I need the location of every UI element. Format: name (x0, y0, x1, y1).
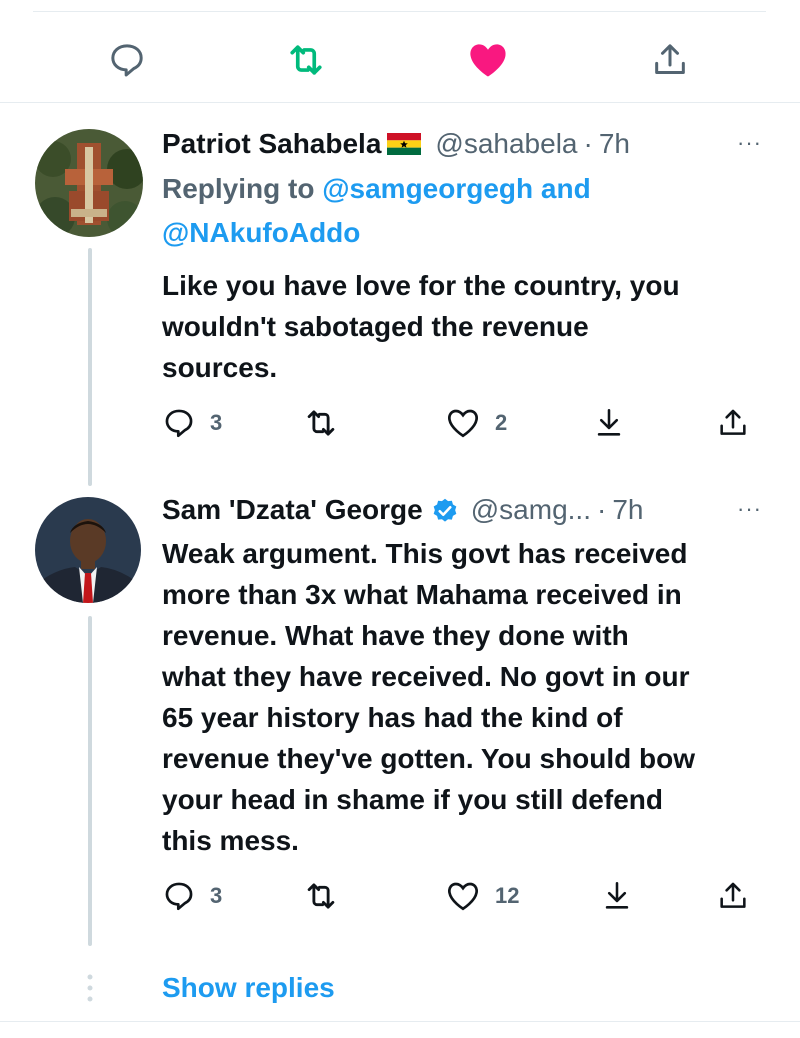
tweet-text-line: revenue they've gotten. You should bow (162, 743, 696, 774)
tweet-metrics: 3 2 (0, 398, 800, 448)
divider (0, 1021, 800, 1022)
retweet-icon (307, 410, 335, 436)
reply-button[interactable] (97, 30, 157, 90)
tweet-text: Weak argument. This govt has received mo… (162, 533, 695, 861)
retweet-button[interactable] (302, 871, 340, 921)
reply-count: 3 (210, 883, 223, 908)
tweet-header: Sam 'Dzata' George @samg... · 7h (162, 490, 643, 530)
retweet-icon (307, 883, 335, 909)
reply-button[interactable]: 3 (162, 398, 222, 448)
vertical-dots-icon (85, 973, 95, 1003)
verified-badge-icon (431, 496, 459, 524)
download-icon (605, 881, 629, 909)
like-button[interactable] (458, 30, 518, 90)
download-button[interactable] (600, 871, 634, 921)
handle[interactable]: @samg... (471, 490, 591, 530)
mention-nakufoaddo[interactable]: @NAkufoAddo (162, 217, 360, 248)
more-options-button[interactable]: ··· (737, 130, 762, 156)
download-button[interactable] (592, 398, 626, 448)
share-icon (655, 44, 685, 74)
heart-outline-icon (448, 409, 478, 438)
display-name[interactable]: Patriot Sahabela (162, 124, 381, 164)
download-icon (597, 408, 621, 436)
top-divider (33, 11, 766, 12)
more-options-button[interactable]: ··· (737, 496, 762, 522)
main-tweet-action-bar (0, 30, 800, 90)
replying-to: Replying to @samgeorgegh and @NAkufoAddo (162, 167, 762, 255)
share-icon (720, 409, 746, 435)
share-icon (720, 882, 746, 908)
tweet-text-line: what they have received. No govt in our (162, 661, 690, 692)
tweet-text: Like you have love for the country, you … (162, 265, 680, 388)
tweet-text-line: sources. (162, 352, 278, 383)
ghana-flag-icon (387, 133, 422, 155)
like-button[interactable]: 2 (445, 398, 507, 448)
timestamp[interactable]: 7h (612, 490, 643, 530)
retweet-icon (290, 45, 322, 75)
speech-bubble-icon (165, 882, 193, 911)
avatar-sam-dzata-george[interactable] (35, 497, 141, 603)
reply-count: 3 (210, 410, 223, 435)
reply-button[interactable]: 3 (162, 871, 222, 921)
tweet-text-line: Weak argument. This govt has received (162, 538, 688, 569)
share-button[interactable] (716, 871, 750, 921)
speech-bubble-icon (165, 409, 193, 438)
tweet-text-line: this mess. (162, 825, 299, 856)
tweet-metrics: 3 12 (0, 871, 800, 921)
share-button[interactable] (640, 30, 700, 90)
like-count: 2 (495, 410, 508, 435)
heart-outline-icon (448, 882, 478, 911)
tweet-text-line: wouldn't sabotaged the revenue (162, 311, 589, 342)
display-name[interactable]: Sam 'Dzata' George (162, 490, 423, 530)
heart-filled-icon (470, 44, 506, 77)
like-count: 12 (495, 883, 520, 908)
handle[interactable]: @sahabela (435, 124, 577, 164)
tweet-text-line: 65 year history has had the kind of (162, 702, 623, 733)
retweet-button[interactable] (276, 30, 336, 90)
divider (0, 102, 800, 103)
avatar-patriot-sahabela[interactable] (35, 129, 143, 237)
tweet-text-line: Like you have love for the country, you (162, 270, 680, 301)
tweet-text-line: more than 3x what Mahama received in (162, 579, 682, 610)
speech-bubble-icon (111, 44, 143, 77)
person-photo-icon (35, 497, 141, 603)
tweet-header: Patriot Sahabela @sahabela · 7h (162, 124, 630, 164)
tweet-text-line: your head in shame if you still defend (162, 784, 663, 815)
tweet-text-line: revenue. What have they done with (162, 620, 629, 651)
replying-prefix: Replying to (162, 173, 315, 204)
like-button[interactable]: 12 (445, 871, 519, 921)
building-photo-icon (35, 129, 143, 237)
separator-dot: · (583, 128, 593, 159)
thread-line (88, 248, 92, 486)
share-button[interactable] (716, 398, 750, 448)
retweet-button[interactable] (302, 398, 340, 448)
show-replies-link[interactable]: Show replies (162, 968, 335, 1008)
separator-dot: · (596, 494, 607, 525)
timestamp[interactable]: 7h (599, 124, 630, 164)
mention-samgeorgegh[interactable]: @samgeorgegh (322, 173, 533, 204)
replying-and[interactable]: and (541, 173, 591, 204)
